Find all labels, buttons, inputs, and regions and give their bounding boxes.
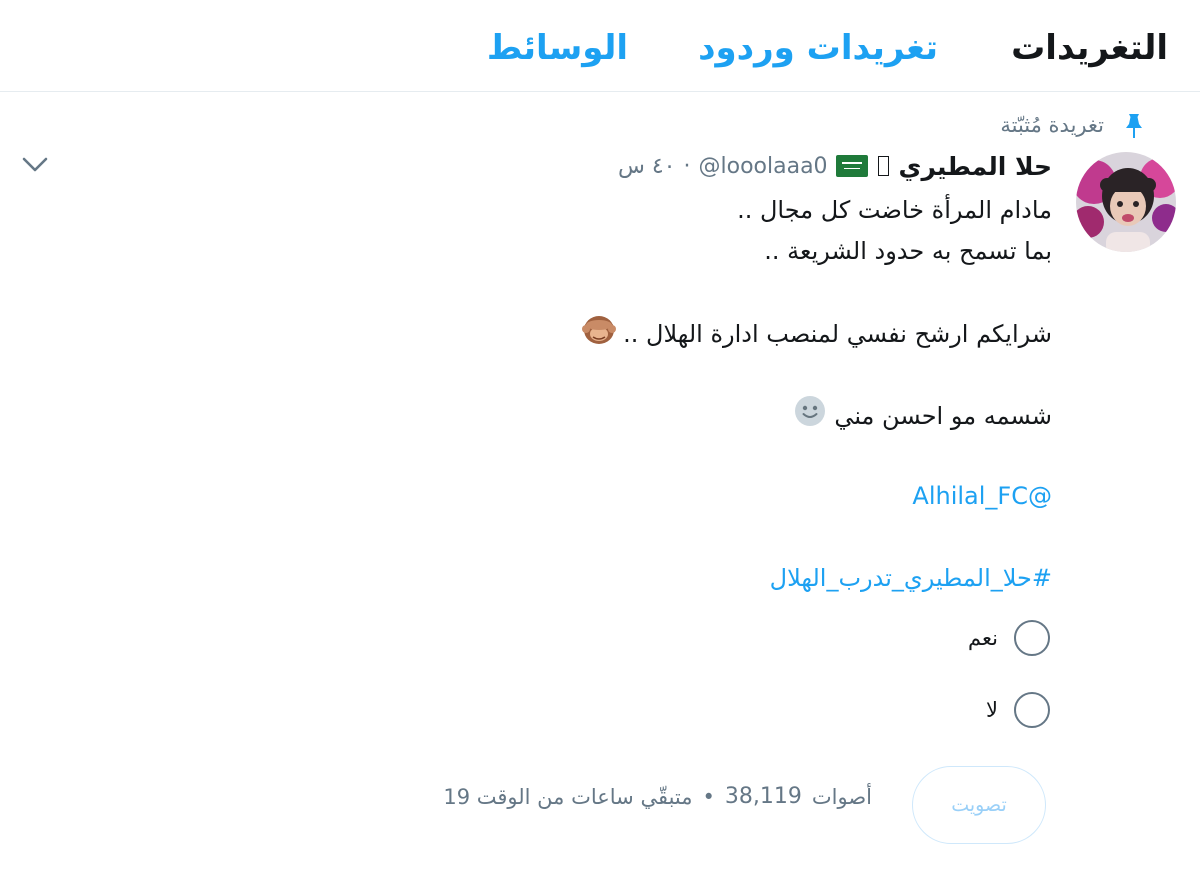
time-left: متبقّي ساعات من الوقت 19 [443,784,693,809]
tweet-text-line: شسمه مو احسن مني [252,394,1052,440]
radio-button[interactable] [1014,692,1050,728]
tweet-text-line: #حلا_المطيري_تدرب_الهلال [252,558,1052,598]
pinned-indicator: تغريدة مُثبّتة [1000,108,1142,142]
tab-media[interactable]: الوسائط [487,26,628,70]
profile-tabs: التغريدات تغريدات وردود الوسائط [0,0,1200,92]
see-no-evil-monkey-emoji [581,312,616,358]
tweet-text-line: شرايكم ارشح نفسي لمنصب ادارة الهلال .. [252,312,1052,358]
poll-option-yes[interactable]: نعم [968,620,1050,656]
tweet-text-line: @Alhilal_FC [252,476,1052,516]
tab-tweets-and-replies[interactable]: تغريدات وردود [698,26,938,70]
tweet-header: حلا المطيري @looolaaa0 · ٤٠ س [618,146,1052,186]
hashtag-link[interactable]: #حلا_المطيري_تدرب_الهلال [770,564,1052,592]
tweet-text-line: مادام المرأة خاضت كل مجال .. [737,196,1052,224]
stats-bullet: • [702,784,715,809]
missing-glyph-icon [877,156,889,176]
poll-stats: أصوات 38,119 • متبقّي ساعات من الوقت 19 [443,784,872,809]
vote-button[interactable]: تصويت [912,766,1046,844]
author-handle[interactable]: @looolaaa0 [699,154,828,179]
pin-icon [1122,112,1146,140]
pinned-label: تغريدة مُثبّتة [1000,113,1104,137]
mention-link[interactable]: @Alhilal_FC [912,482,1052,510]
separator-dot: · [683,153,691,179]
author-name[interactable]: حلا المطيري [899,152,1052,181]
tweet-text-fragment: شرايكم ارشح نفسي لمنصب ادارة الهلال .. [623,320,1052,348]
tweet-text-fragment: شسمه مو احسن مني [834,402,1052,430]
votes-label: أصوات [811,784,872,809]
tweet-time[interactable]: ٤٠ س [618,154,676,179]
poll-option-no[interactable]: لا [986,692,1050,728]
votes-count: 38,119 [724,784,802,809]
radio-button[interactable] [1014,620,1050,656]
slightly-smiling-face-emoji [793,394,827,440]
chevron-down-icon[interactable] [18,148,52,182]
poll-option-label: نعم [968,626,998,650]
poll-option-label: لا [986,698,998,722]
tweet-text-line: بما تسمح به حدود الشريعة .. [764,237,1052,265]
avatar[interactable] [1076,152,1176,252]
tab-tweets[interactable]: التغريدات [1011,26,1168,70]
saudi-flag-icon [835,155,868,177]
